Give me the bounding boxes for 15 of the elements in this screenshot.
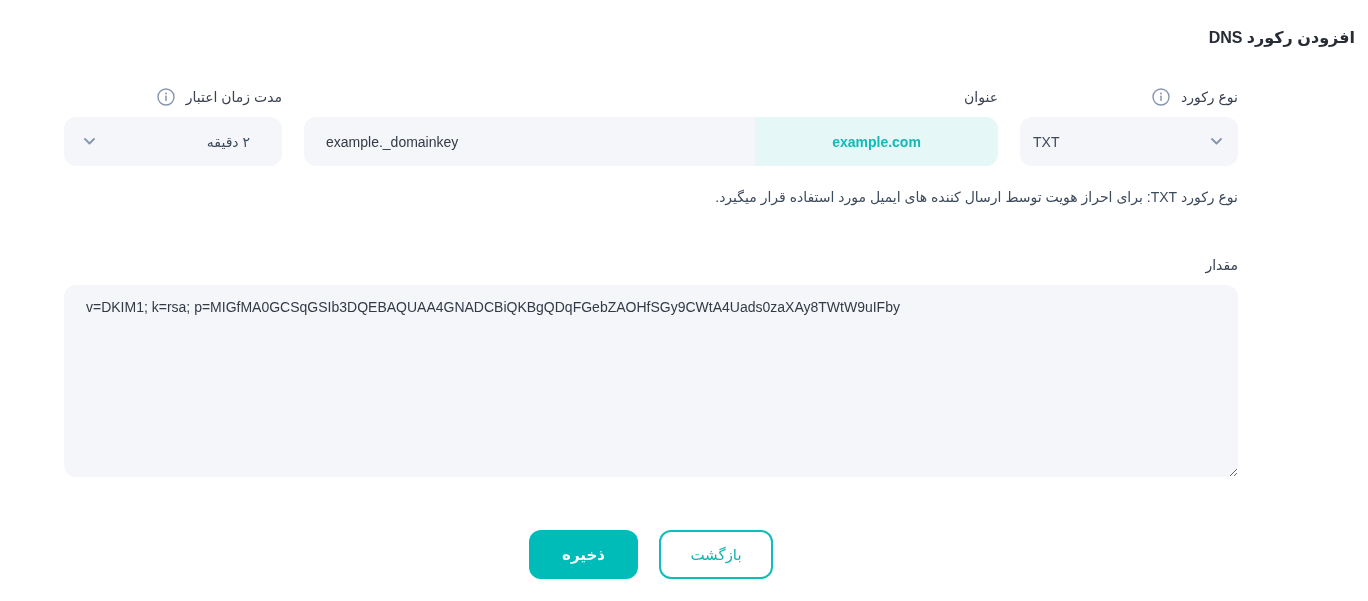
- field-label: مقدار: [1205, 256, 1238, 275]
- chevron-down-icon: [84, 138, 95, 145]
- field-label: عنوان: [964, 88, 998, 107]
- domain-suffix: example.com: [755, 117, 998, 166]
- chevron-down-icon: [1211, 138, 1222, 145]
- info-icon[interactable]: [156, 88, 175, 106]
- page-title: افزودن رکورد DNS: [1208, 28, 1355, 48]
- field-label: نوع رکورد: [1180, 88, 1238, 107]
- ttl-select[interactable]: ۲ دقیقه: [64, 117, 282, 166]
- info-icon[interactable]: [1151, 88, 1170, 106]
- record-type-select[interactable]: TXT: [1020, 117, 1238, 166]
- field-label: مدت زمان اعتبار: [185, 88, 282, 107]
- subdomain-input[interactable]: example._domainkey: [304, 117, 755, 166]
- value-textarea[interactable]: v=DKIM1; k=rsa; p=MIGfMA0GCSqGSIb3DQEBAQUAA4GNADCBiQKBgQDqFGebZAOHfSGy9CWtA4Uads0zaXAy8TWtW9uIFby: [64, 285, 1238, 477]
- hint-text: نوع رکورد TXT: برای احراز هویت توسط ارسال کننده های ایمیل مورد استفاده قرار میگیرد.: [715, 188, 1238, 207]
